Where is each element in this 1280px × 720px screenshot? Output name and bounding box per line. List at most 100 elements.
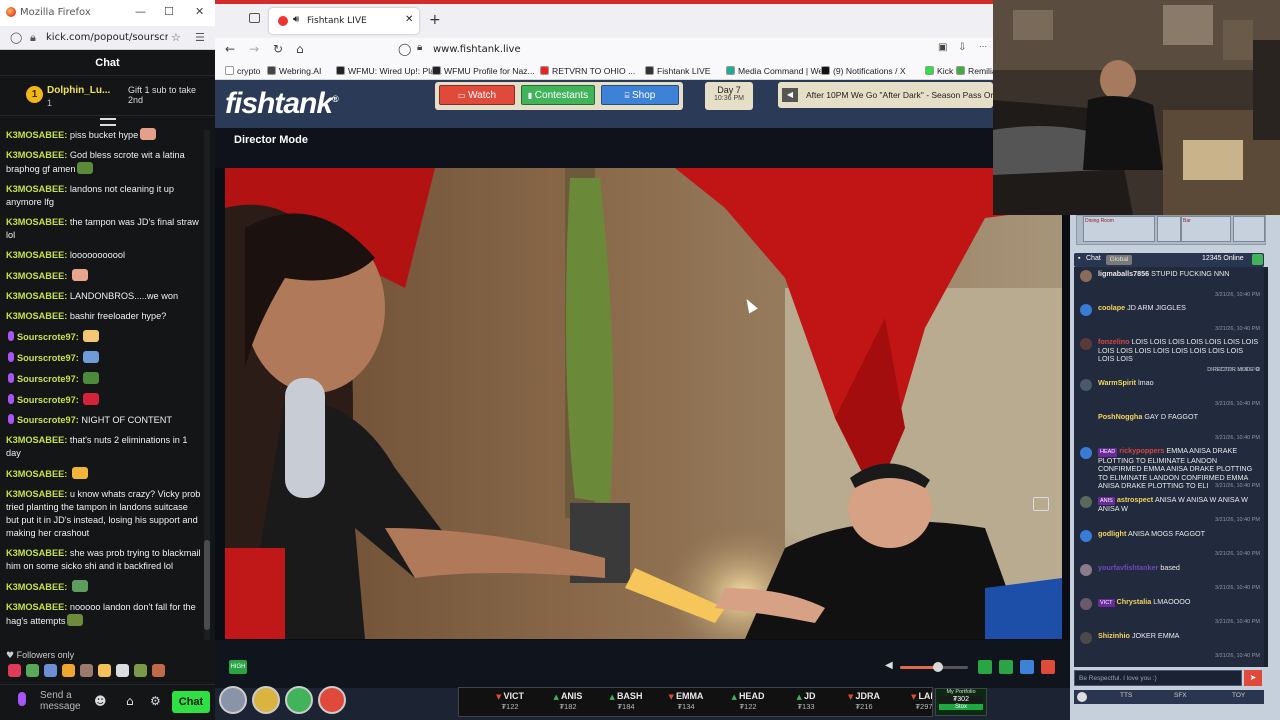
chat-username[interactable]: Sourscrote97: bbox=[17, 415, 79, 425]
portfolio-widget[interactable]: My Portfolio ₮302 Stox bbox=[935, 688, 987, 716]
emote-icon[interactable] bbox=[83, 351, 100, 363]
chat-username[interactable]: K3MOSABEE: bbox=[6, 311, 67, 321]
emoji-icon[interactable]: ☻ bbox=[94, 694, 107, 708]
chat-username[interactable]: Shizinhio bbox=[1098, 631, 1130, 640]
chat-username[interactable]: ligmaballs7856 bbox=[1098, 269, 1149, 278]
kick-chat-scrollbar[interactable] bbox=[204, 130, 210, 640]
contestant-stock[interactable]: ▼LAN₮297 bbox=[897, 691, 932, 711]
emote-icon[interactable] bbox=[77, 162, 94, 174]
forward-icon[interactable]: → bbox=[249, 42, 259, 56]
contestant-stock[interactable]: ▲ JD ₮133 bbox=[779, 691, 833, 711]
chat-username[interactable]: Sourscrote97: bbox=[17, 332, 79, 342]
quick-emote-icon[interactable] bbox=[8, 664, 21, 677]
announcement-ticker[interactable]: ◀ After 10PM We Go "After Dark" - Season… bbox=[778, 82, 993, 108]
chat-username[interactable]: K3MOSABEE: bbox=[6, 291, 67, 301]
cast-icon[interactable] bbox=[999, 660, 1013, 674]
stox-button[interactable]: Stox bbox=[939, 704, 983, 710]
bookmark-item[interactable]: Kick bbox=[925, 66, 953, 76]
kick-url[interactable]: kick.com/popout/sourscrote97 bbox=[46, 32, 168, 43]
emote-icon[interactable] bbox=[71, 467, 88, 479]
shield-icon[interactable]: ◯ bbox=[10, 31, 22, 44]
avatar[interactable] bbox=[1080, 338, 1092, 350]
fullscreen-icon[interactable] bbox=[1020, 660, 1034, 674]
emote-icon[interactable] bbox=[83, 330, 100, 342]
minimize-icon[interactable]: — bbox=[135, 5, 146, 18]
avatar[interactable] bbox=[1080, 563, 1092, 576]
emote-icon[interactable] bbox=[83, 372, 100, 384]
toy-button[interactable]: TOY bbox=[1232, 692, 1245, 699]
avatar[interactable] bbox=[1080, 413, 1092, 425]
download-icon[interactable]: ⇩ bbox=[958, 42, 966, 53]
emote-icon[interactable] bbox=[140, 128, 157, 140]
record-icon[interactable] bbox=[1041, 660, 1055, 674]
chat-username[interactable]: K3MOSABEE: bbox=[6, 489, 67, 499]
chat-username[interactable]: K3MOSABEE: bbox=[6, 582, 67, 592]
contestant-stock[interactable]: ▼ EMMA ₮134 bbox=[659, 691, 713, 711]
tab-list-icon[interactable] bbox=[249, 13, 260, 23]
site-info-icon[interactable]: 🔒︎ bbox=[417, 42, 422, 53]
tab-fishtank[interactable]: 🔊︎ Fishtank LIVE ✕ bbox=[269, 8, 419, 34]
tab-close-icon[interactable]: ✕ bbox=[405, 14, 413, 25]
chat-username[interactable]: K3MOSABEE: bbox=[6, 184, 67, 194]
quick-emote-icon[interactable] bbox=[62, 664, 75, 677]
tab-global[interactable]: Global bbox=[1106, 255, 1132, 265]
settings-gear-icon[interactable]: ⚙ bbox=[150, 694, 161, 708]
send-icon[interactable]: ➤ bbox=[1244, 670, 1262, 686]
contestant-stock[interactable]: ▲ ANIS ₮182 bbox=[541, 691, 595, 711]
emote-icon[interactable] bbox=[67, 614, 84, 626]
reload-icon[interactable]: ↻ bbox=[273, 42, 283, 56]
chat-username[interactable]: K3MOSABEE: bbox=[6, 469, 67, 479]
chat-username[interactable]: K3MOSABEE: bbox=[6, 130, 67, 140]
chat-username[interactable]: Sourscrote97: bbox=[17, 353, 79, 363]
chat-username[interactable]: K3MOSABEE: bbox=[6, 435, 67, 445]
avatar[interactable] bbox=[1080, 447, 1092, 459]
live-video-frame[interactable] bbox=[225, 168, 1062, 639]
bookmark-item[interactable]: crypto bbox=[225, 66, 260, 76]
pinned-username[interactable]: Dolphin_Lu... bbox=[47, 85, 110, 96]
volume-icon[interactable]: ◀︎ bbox=[885, 660, 893, 671]
room-minimap[interactable]: Dining Room Bar bbox=[1076, 215, 1266, 245]
avatar[interactable] bbox=[1080, 379, 1092, 391]
room-bath[interactable] bbox=[1233, 216, 1265, 242]
chat-username[interactable]: K3MOSABEE: bbox=[6, 548, 67, 558]
emoji-icon[interactable] bbox=[1077, 692, 1087, 702]
contestant-stock[interactable]: ▲ BASH ₮184 bbox=[599, 691, 653, 711]
quick-emote-icon[interactable] bbox=[116, 664, 129, 677]
kick-pinned-gifter[interactable]: 1 Dolphin_Lu... 1 Gift 1 sub to take 2nd bbox=[0, 76, 215, 116]
sfx-icon[interactable] bbox=[318, 686, 346, 714]
quality-badge[interactable]: HIGH bbox=[229, 660, 247, 674]
maximize-icon[interactable]: ☐ bbox=[164, 5, 174, 18]
menu-icon[interactable]: ☰ bbox=[195, 31, 205, 44]
bookmark-item[interactable]: Webring.AI bbox=[267, 66, 321, 76]
kick-url-bar[interactable]: ◯ 🔒︎ kick.com/popout/sourscrote97 ☆ ☰ bbox=[0, 26, 215, 50]
kick-chat-input[interactable]: Send a message bbox=[40, 690, 86, 712]
avatar[interactable] bbox=[1080, 529, 1092, 542]
settings-gear-icon[interactable] bbox=[219, 686, 247, 714]
chat-username[interactable]: Sourscrote97: bbox=[17, 395, 79, 405]
chat-username[interactable]: K3MOSABEE: bbox=[6, 271, 67, 281]
shop-button[interactable]: ⌸ Shop bbox=[601, 85, 679, 105]
avatar[interactable] bbox=[1080, 495, 1092, 508]
chat-username[interactable]: astrospect bbox=[1117, 495, 1153, 504]
collapse-handle-icon[interactable] bbox=[100, 118, 116, 126]
tts-button[interactable]: TTS bbox=[1120, 692, 1132, 699]
send-chat-button[interactable]: Chat bbox=[172, 691, 210, 713]
chat-username[interactable]: K3MOSABEE: bbox=[6, 250, 67, 260]
new-tab-icon[interactable]: + bbox=[429, 12, 441, 28]
chat-username[interactable]: WarmSpirit bbox=[1098, 378, 1136, 387]
contestant-stock[interactable]: ▲ HEAD ₮122 bbox=[721, 691, 775, 711]
address-bar[interactable]: www.fishtank.live bbox=[433, 44, 521, 55]
chat-username[interactable]: Chrystalia bbox=[1117, 597, 1152, 606]
bookmark-star-icon[interactable]: ☆ bbox=[171, 31, 181, 44]
lock-icon[interactable]: 🔒︎ bbox=[30, 31, 36, 45]
room-hall[interactable] bbox=[1157, 216, 1181, 242]
fishtank-logo[interactable]: fishtank® bbox=[225, 87, 339, 121]
bookmark-item[interactable]: RETVRN TO OHIO ... bbox=[540, 66, 635, 76]
chat-username[interactable]: Sourscrote97: bbox=[17, 374, 79, 384]
bookmark-item[interactable]: (9) Notifications / X bbox=[821, 66, 906, 76]
quick-emote-row[interactable] bbox=[8, 664, 208, 680]
avatar[interactable] bbox=[1080, 304, 1092, 316]
mic-icon[interactable] bbox=[18, 692, 26, 706]
home-icon[interactable]: ⌂ bbox=[296, 42, 304, 56]
contestant-stock[interactable]: ▼ VICT ₮122 bbox=[483, 691, 537, 711]
